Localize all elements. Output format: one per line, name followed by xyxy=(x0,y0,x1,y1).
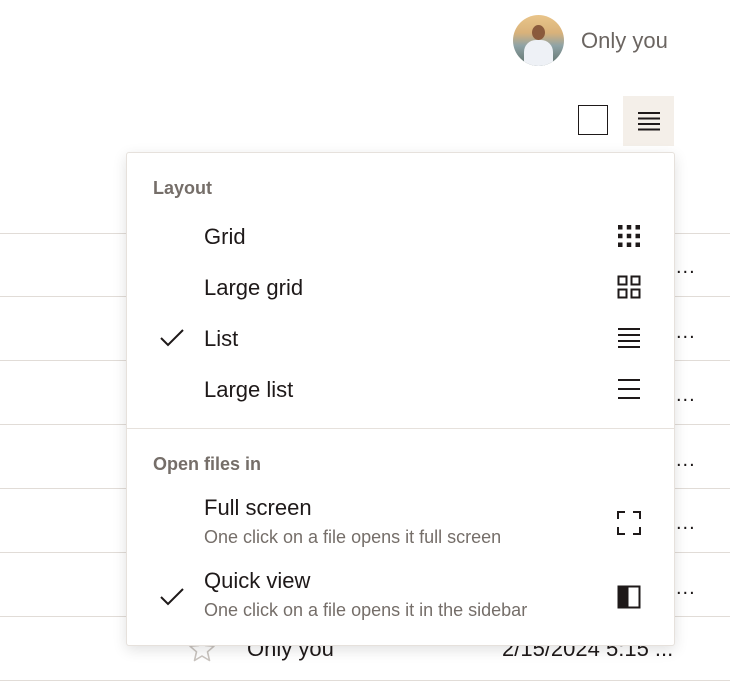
check-icon xyxy=(160,329,184,347)
layout-section-title: Layout xyxy=(153,178,213,198)
menu-item-full-screen[interactable]: Full screen One click on a file opens it… xyxy=(127,491,674,557)
list-icon xyxy=(618,328,640,348)
menu-item-label: Large grid xyxy=(204,275,304,300)
row-ellipsis: ... xyxy=(676,256,696,278)
row-ellipsis: ... xyxy=(676,449,696,471)
grid-view-toggle-button[interactable] xyxy=(578,105,608,135)
list-view-icon xyxy=(637,112,660,131)
menu-item-label: Full screen xyxy=(204,495,312,520)
menu-item-large-list[interactable]: Large list xyxy=(127,364,674,414)
open-files-section-title: Open files in xyxy=(153,454,262,474)
owner-label: Only you xyxy=(581,28,668,53)
menu-item-label: Quick view xyxy=(204,568,311,593)
row-ellipsis: ... xyxy=(676,384,696,406)
list-view-toggle-button[interactable] xyxy=(623,96,674,146)
fullscreen-icon xyxy=(617,511,641,535)
menu-item-label: Grid xyxy=(204,224,246,249)
grid-icon xyxy=(618,225,640,247)
menu-divider xyxy=(127,428,674,429)
menu-item-large-grid[interactable]: Large grid xyxy=(127,262,674,312)
check-icon xyxy=(160,588,184,606)
menu-item-label: List xyxy=(204,326,239,351)
menu-item-list[interactable]: List xyxy=(127,313,674,363)
row-ellipsis: ... xyxy=(676,577,696,599)
menu-item-grid[interactable]: Grid xyxy=(127,211,674,261)
row-ellipsis: ... xyxy=(676,512,696,534)
table-row-divider xyxy=(0,680,730,681)
large-grid-icon xyxy=(617,275,641,299)
sidebar-icon xyxy=(617,585,641,609)
menu-item-label: Large list xyxy=(204,377,294,402)
menu-item-description: One click on a file opens it full screen xyxy=(204,527,502,547)
menu-item-quick-view[interactable]: Quick view One click on a file opens it … xyxy=(127,564,674,630)
large-list-icon xyxy=(618,379,640,399)
row-ellipsis: ... xyxy=(676,321,696,343)
avatar-head xyxy=(532,25,545,40)
avatar-body xyxy=(524,40,553,66)
view-options-menu: Layout Grid Large grid List Large list O… xyxy=(126,152,675,646)
menu-item-description: One click on a file opens it in the side… xyxy=(204,600,528,620)
user-avatar[interactable] xyxy=(513,15,564,66)
